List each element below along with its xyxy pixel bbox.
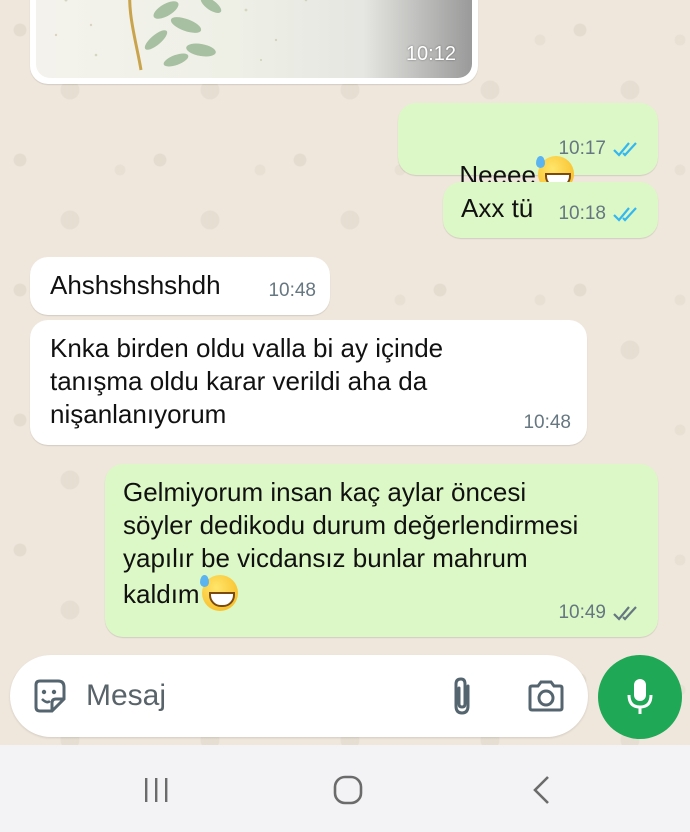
mic-button[interactable] xyxy=(598,655,682,739)
outgoing-message[interactable]: Gelmiyorum insan kaç aylar öncesi söyler… xyxy=(105,464,658,637)
message-time: 10:48 xyxy=(268,280,316,301)
delivered-ticks-icon xyxy=(613,605,637,621)
incoming-message[interactable]: Ahshshshshdh 10:48 xyxy=(30,257,330,315)
chat-area: 10:12 Neeee 10:17 Axx tü 10:18 Ahshshshs… xyxy=(0,0,690,745)
outgoing-message[interactable]: Axx tü 10:18 xyxy=(443,182,658,238)
message-text: Axx tü xyxy=(461,193,534,223)
recent-apps-icon[interactable] xyxy=(138,773,174,807)
message-input[interactable] xyxy=(86,673,406,719)
message-time: 10:12 xyxy=(405,43,456,65)
sticker-icon[interactable] xyxy=(28,675,70,717)
system-nav-bar xyxy=(0,745,690,832)
outgoing-message[interactable]: Neeee 10:17 xyxy=(398,103,658,192)
floral-image-art xyxy=(54,0,308,71)
message-text: Ahshshshshdh xyxy=(50,270,221,300)
camera-icon[interactable] xyxy=(524,675,568,717)
image-message[interactable]: 10:12 xyxy=(30,0,478,84)
message-time: 10:18 xyxy=(558,203,606,224)
message-text: Gelmiyorum insan kaç aylar öncesi söyler… xyxy=(123,477,579,609)
read-ticks-icon xyxy=(613,206,637,222)
back-icon[interactable] xyxy=(524,773,560,807)
incoming-message[interactable]: Knka birden oldu valla bi ay içinde tanı… xyxy=(30,320,587,445)
message-meta: 10:48 xyxy=(268,274,316,307)
mic-icon xyxy=(627,679,653,714)
shared-image[interactable]: 10:12 xyxy=(36,0,472,78)
sweat-smile-emoji-icon xyxy=(199,575,238,611)
message-meta: 10:49 xyxy=(558,596,640,629)
read-ticks-icon xyxy=(613,141,637,157)
message-meta: 10:18 xyxy=(558,197,640,230)
home-icon[interactable] xyxy=(330,773,366,807)
message-meta: 10:17 xyxy=(558,132,640,165)
attach-icon[interactable] xyxy=(442,675,482,717)
message-time: 10:48 xyxy=(523,412,571,433)
message-text: Knka birden oldu valla bi ay içinde tanı… xyxy=(50,333,444,429)
message-meta: 10:48 xyxy=(523,406,571,439)
message-time: 10:17 xyxy=(558,138,606,159)
message-time: 10:49 xyxy=(558,602,606,623)
message-composer xyxy=(10,655,588,737)
